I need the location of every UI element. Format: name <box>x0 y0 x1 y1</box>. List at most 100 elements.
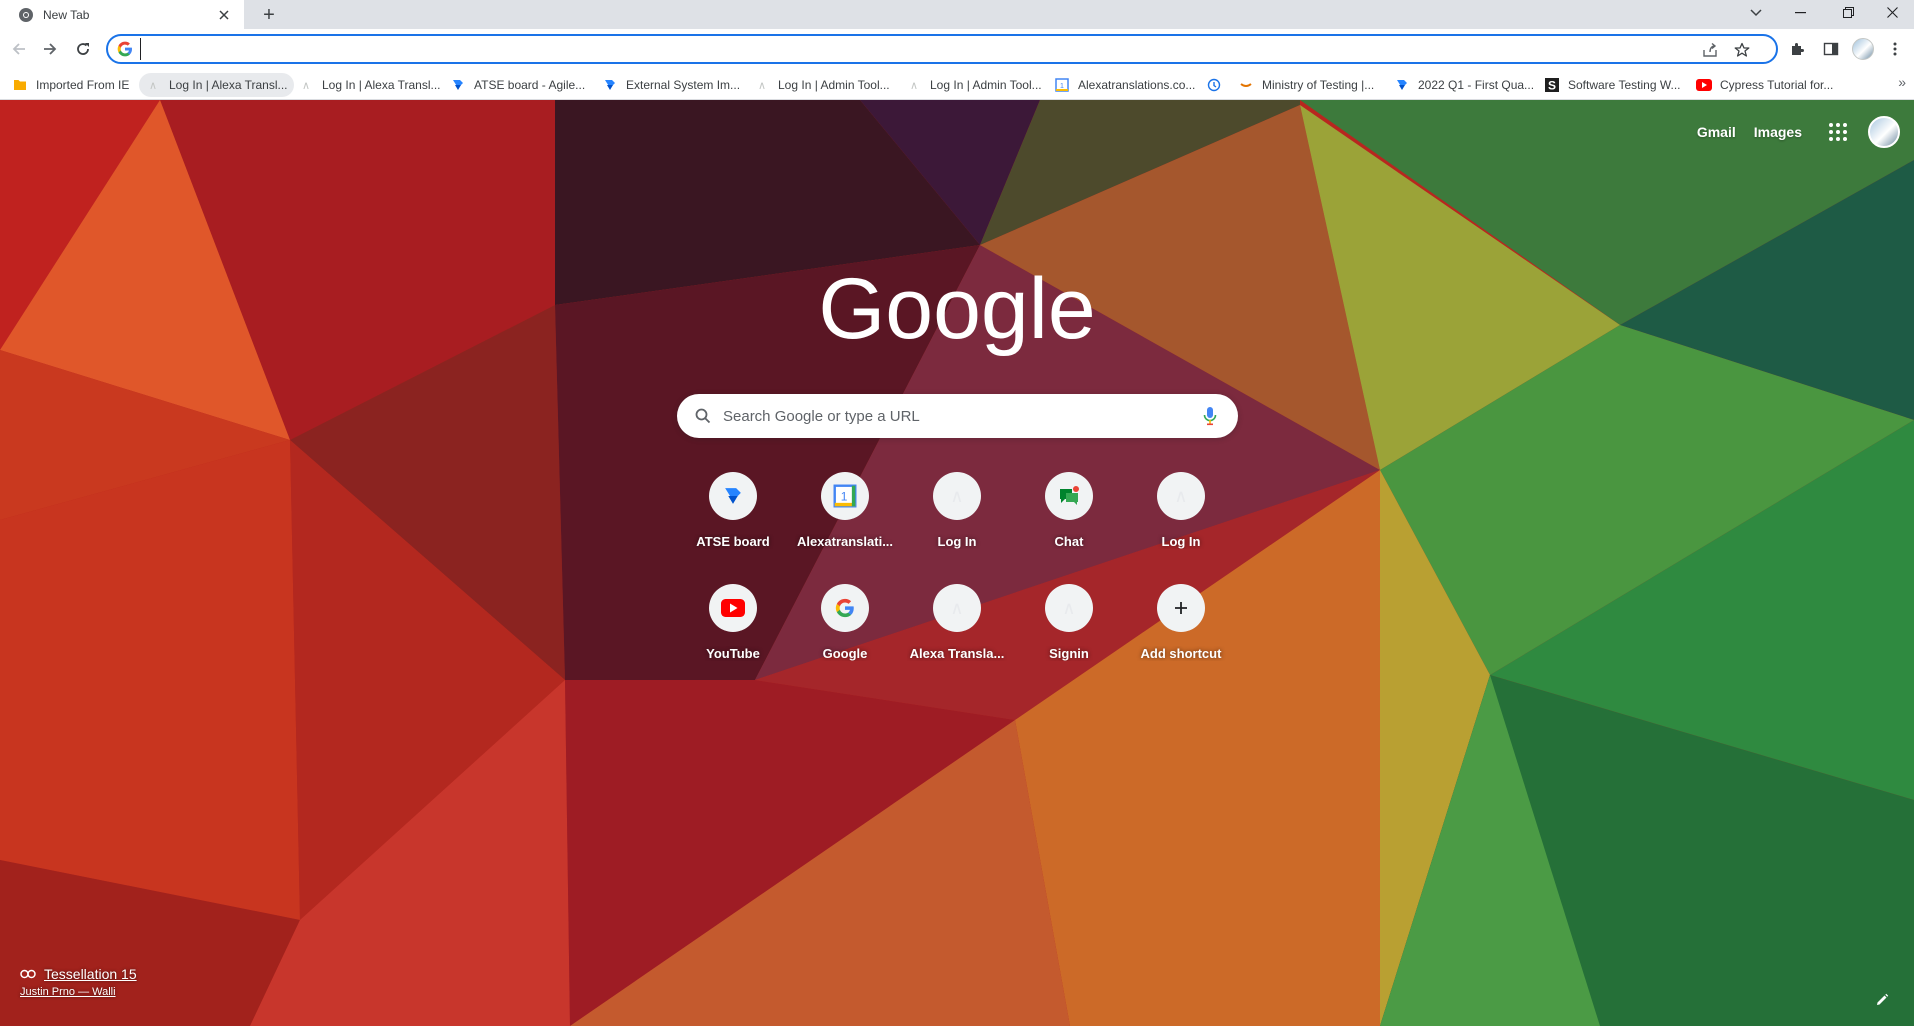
bookmark-item[interactable]: External System Im... <box>596 73 746 97</box>
bookmark-item[interactable]: Cypress Tutorial for... <box>1690 73 1839 97</box>
address-bar[interactable] <box>106 34 1778 64</box>
attribution-author-link[interactable]: Justin Prno — Walli <box>20 986 137 998</box>
search-input[interactable] <box>723 396 1198 436</box>
forward-button[interactable] <box>37 36 63 62</box>
shortcut-tile[interactable]: Chat <box>1013 460 1125 572</box>
svg-text:Google: Google <box>820 261 1094 357</box>
customize-chrome-button[interactable] <box>1870 988 1894 1012</box>
new-tab-page: Gmail Images Google ATSE board 1 Alexatr… <box>0 100 1914 1026</box>
google-logo: Google <box>820 261 1094 357</box>
reload-icon <box>77 43 89 55</box>
chrome-menu-button[interactable] <box>1882 36 1908 62</box>
puzzle-icon <box>1792 43 1804 55</box>
window-close-button[interactable] <box>1870 0 1914 25</box>
back-button[interactable] <box>6 36 32 62</box>
bookmark-star-icon[interactable] <box>1732 40 1752 60</box>
google-g-icon <box>117 41 133 57</box>
gmail-link[interactable]: Gmail <box>1697 124 1736 140</box>
letter-a-icon: ∧ <box>1045 584 1093 632</box>
svg-text:S: S <box>1548 79 1556 93</box>
bookmarks-overflow-button[interactable]: » <box>1898 74 1906 90</box>
shortcut-tile[interactable]: 1 Alexatranslati... <box>789 460 901 572</box>
profile-button[interactable] <box>1850 36 1876 62</box>
reload-button[interactable] <box>70 36 96 62</box>
shortcut-tile[interactable]: ATSE board <box>677 460 789 572</box>
letter-a-icon: ∧ <box>1157 472 1205 520</box>
tab-search-button[interactable] <box>1734 0 1778 25</box>
history-icon <box>1206 77 1222 93</box>
forward-arrow-icon <box>44 43 57 55</box>
close-icon[interactable] <box>214 5 234 25</box>
bookmark-item[interactable]: 1 Alexatranslations.co... <box>1048 73 1201 97</box>
shortcut-tile[interactable]: ∧ Log In <box>901 460 1013 572</box>
bookmark-label: 2022 Q1 - First Qua... <box>1418 78 1535 92</box>
s-icon: S <box>1544 77 1560 93</box>
restore-button[interactable] <box>1826 0 1870 25</box>
folder-icon <box>12 77 28 93</box>
shortcut-label: YouTube <box>706 646 760 661</box>
shortcut-label: Alexa Transla... <box>909 646 1005 661</box>
shortcut-grid: ATSE board 1 Alexatranslati... ∧ Log In … <box>677 460 1238 684</box>
bookmark-item[interactable]: ∧ Log In | Admin Tool... <box>900 73 1048 97</box>
shortcut-tile[interactable]: Google <box>789 572 901 684</box>
minimize-button[interactable] <box>1778 0 1822 25</box>
google-apps-icon[interactable] <box>1826 120 1850 144</box>
bookmark-label: Log In | Alexa Transl... <box>322 78 441 92</box>
google-account-avatar[interactable] <box>1868 116 1900 148</box>
tab-title: New Tab <box>43 7 90 22</box>
shortcut-label: Google <box>822 646 868 661</box>
jira-icon <box>602 77 618 93</box>
plus-icon <box>1157 584 1205 632</box>
bookmark-item[interactable]: Ministry of Testing |... <box>1232 73 1380 97</box>
shortcut-label: Alexatranslati... <box>796 534 894 549</box>
bookmark-item[interactable]: S Software Testing W... <box>1538 73 1687 97</box>
youtube-icon <box>1696 77 1712 93</box>
share-icon[interactable] <box>1700 40 1720 60</box>
bookmark-item[interactable]: 2022 Q1 - First Qua... <box>1388 73 1540 97</box>
bookmark-folder-imported-from-ie[interactable]: Imported From IE <box>6 73 135 97</box>
extensions-button[interactable] <box>1784 36 1810 62</box>
calendar-icon: 1 <box>821 472 869 520</box>
shortcut-tile[interactable]: YouTube <box>677 572 789 684</box>
bookmarks-bar: Imported From IE ∧ Log In | Alexa Transl… <box>0 69 1914 100</box>
attribution-title: Tessellation 15 <box>44 966 137 982</box>
shortcut-tile[interactable]: ∧ Log In <box>1125 460 1237 572</box>
bookmark-item[interactable] <box>1200 73 1236 97</box>
side-panel-button[interactable] <box>1818 36 1844 62</box>
mot-icon <box>1238 77 1254 93</box>
shortcut-label: ATSE board <box>696 534 770 549</box>
blank-page-icon: ∧ <box>148 79 158 92</box>
images-link[interactable]: Images <box>1754 124 1802 140</box>
bookmark-item[interactable]: ATSE board - Agile... <box>444 73 591 97</box>
tab-new-tab[interactable]: New Tab <box>0 0 244 29</box>
bookmark-label: Imported From IE <box>36 78 130 92</box>
bookmark-item[interactable]: ∧ Log In | Alexa Transl... <box>139 73 294 97</box>
bookmark-label: ATSE board - Agile... <box>474 78 586 92</box>
attribution-title-link[interactable]: Tessellation 15 <box>20 966 137 982</box>
bookmark-item[interactable]: ∧ Log In | Admin Tool... <box>748 73 896 97</box>
address-input[interactable] <box>140 38 1700 60</box>
microphone-icon[interactable] <box>1198 404 1222 428</box>
add-shortcut-tile[interactable]: Add shortcut <box>1125 572 1237 684</box>
youtube-icon <box>709 584 757 632</box>
google-g-icon <box>821 584 869 632</box>
new-tab-button[interactable]: + <box>257 3 281 27</box>
tab-strip: New Tab + <box>0 0 1914 29</box>
jira-icon <box>450 77 466 93</box>
shortcut-label: Log In <box>1161 534 1201 549</box>
bookmark-label: Ministry of Testing |... <box>1262 78 1375 92</box>
bookmark-label: Software Testing W... <box>1568 78 1681 92</box>
search-box[interactable] <box>677 394 1238 438</box>
blank-page-icon: ∧ <box>757 79 767 92</box>
bookmark-label: Log In | Admin Tool... <box>778 78 890 92</box>
letter-a-icon: ∧ <box>933 584 981 632</box>
bookmark-item[interactable]: ∧ Log In | Alexa Transl... <box>292 73 447 97</box>
jira-icon <box>709 472 757 520</box>
letter-a-icon: ∧ <box>933 472 981 520</box>
shortcut-tile[interactable]: ∧ Signin <box>1013 572 1125 684</box>
shortcut-label: Add shortcut <box>1140 646 1222 661</box>
background-attribution: Tessellation 15 Justin Prno — Walli <box>20 966 137 998</box>
kebab-menu-icon <box>1893 42 1897 56</box>
shortcut-tile[interactable]: ∧ Alexa Transla... <box>901 572 1013 684</box>
avatar <box>1852 38 1874 60</box>
